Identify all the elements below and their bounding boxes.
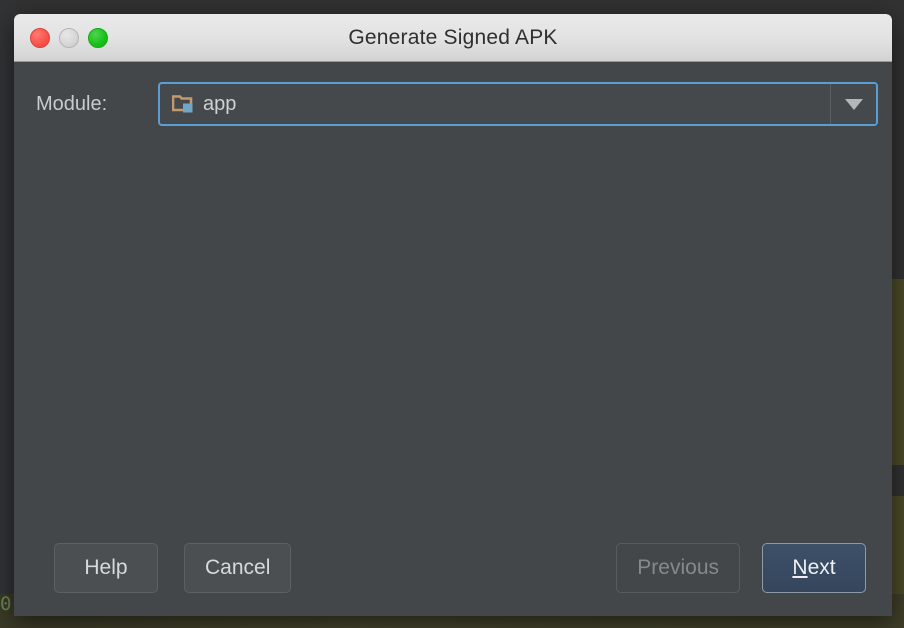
button-bar-left: Help Cancel	[54, 543, 292, 593]
module-row: Module: app	[36, 82, 878, 126]
module-combobox-text: app	[203, 92, 237, 115]
cancel-button[interactable]: Cancel	[184, 543, 292, 593]
screen-root: VVfaVSnneno 0 g	[0, 0, 904, 628]
module-combobox-toggle[interactable]	[830, 84, 876, 124]
next-button[interactable]: Next	[762, 543, 866, 593]
module-folder-icon	[171, 94, 194, 114]
close-button-icon[interactable]	[30, 28, 50, 48]
dialog-titlebar[interactable]: Generate Signed APK	[14, 14, 892, 62]
zoom-button-icon[interactable]	[88, 28, 108, 48]
minimize-button-icon	[59, 28, 79, 48]
dialog-button-bar: Help Cancel Previous Next	[14, 542, 892, 594]
button-bar-right: Previous Next	[616, 543, 866, 593]
module-combobox[interactable]: app	[158, 82, 878, 126]
chevron-down-icon	[844, 98, 863, 110]
next-button-label-rest: ext	[807, 556, 836, 579]
generate-signed-apk-dialog: Generate Signed APK Module: app Help Can…	[14, 14, 892, 616]
next-button-mnemonic: N	[792, 556, 808, 579]
dialog-body: Module: app Help Cancel Previous N ext	[14, 62, 892, 616]
help-button[interactable]: Help	[54, 543, 158, 593]
module-combobox-value[interactable]: app	[160, 93, 830, 116]
window-controls	[30, 14, 108, 62]
module-label: Module:	[36, 92, 108, 115]
dialog-title: Generate Signed APK	[348, 25, 558, 49]
previous-button: Previous	[616, 543, 740, 593]
